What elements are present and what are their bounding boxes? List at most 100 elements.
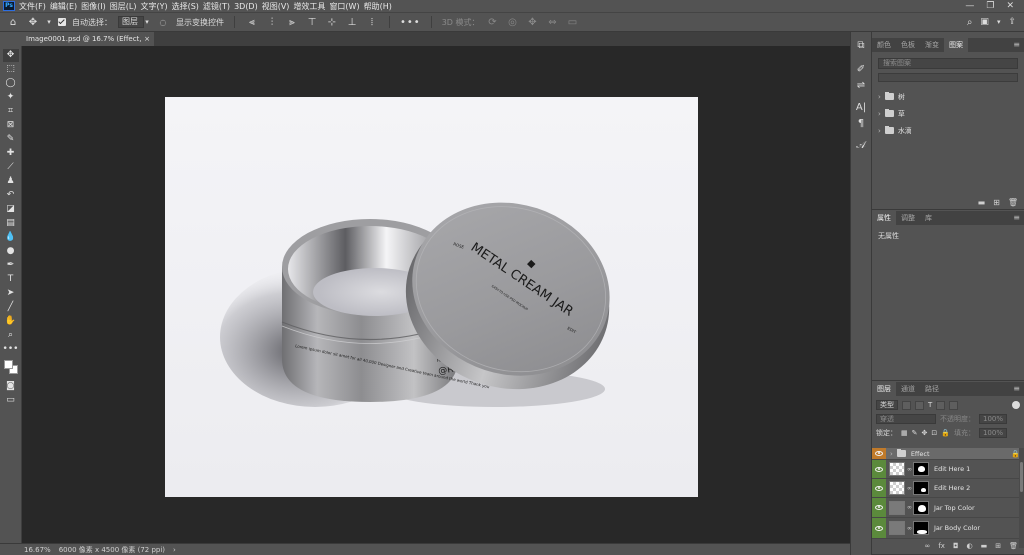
distribute-icon[interactable]: ⦙	[365, 17, 379, 28]
align-bottom-icon[interactable]: ⊥	[345, 17, 359, 28]
marquee-tool-icon[interactable]: ⬚	[3, 63, 19, 76]
blur-tool-icon[interactable]: 💧	[3, 231, 19, 244]
restore-icon[interactable]: ❐	[986, 1, 994, 11]
eraser-tool-icon[interactable]: ◪	[3, 203, 19, 216]
opacity-input[interactable]: 100%	[979, 414, 1008, 424]
align-top-icon[interactable]: ⊤	[305, 17, 319, 28]
workspace-icon[interactable]: ▣	[980, 17, 989, 27]
tab-libraries[interactable]: 库	[920, 211, 937, 225]
color-swatches[interactable]	[3, 359, 19, 375]
layer-row-effect[interactable]: › Effect 🔒	[872, 448, 1024, 460]
tab-gradients[interactable]: 渐变	[920, 38, 944, 52]
close-icon[interactable]: ✕	[1006, 1, 1014, 11]
type-tool-icon[interactable]: T	[3, 273, 19, 286]
3d-slide-icon[interactable]: ⇔	[546, 17, 560, 28]
lock-paint-icon[interactable]: ✎	[912, 429, 918, 437]
zoom-level[interactable]: 16.67%	[24, 546, 51, 554]
move-tool-icon[interactable]: ✥	[2, 49, 19, 62]
move-tool-icon[interactable]: ✥	[26, 17, 40, 28]
chevron-right-icon[interactable]: ›	[878, 110, 881, 118]
filter-toggle[interactable]	[1012, 401, 1020, 409]
share-icon[interactable]: ⇪	[1008, 17, 1016, 27]
trash-icon[interactable]: 🗑	[1009, 542, 1018, 553]
tab-properties[interactable]: 属性	[872, 211, 896, 225]
line-tool-icon[interactable]: ╱	[3, 301, 19, 314]
adjust-panel-icon[interactable]: ⇌	[853, 80, 869, 91]
pattern-preview-slider[interactable]	[878, 73, 1018, 82]
menu-3d[interactable]: 3D(D)	[234, 2, 262, 11]
tab-color[interactable]: 颜色	[872, 38, 896, 52]
lock-artboard-icon[interactable]: ⊡	[931, 429, 937, 437]
character-panel-icon[interactable]: A|	[853, 102, 869, 113]
pen-tool-icon[interactable]: ✒	[3, 259, 19, 272]
menu-image[interactable]: 图像(I)	[81, 1, 110, 12]
blend-mode-dropdown[interactable]: 穿透	[876, 414, 936, 424]
align-center-icon[interactable]: ⫶	[265, 17, 279, 28]
clone-stamp-tool-icon[interactable]: ♟	[3, 175, 19, 188]
hand-tool-icon[interactable]: ✋	[3, 315, 19, 328]
filter-adjustment-icon[interactable]	[915, 400, 924, 410]
add-mask-icon[interactable]: ◘	[953, 542, 959, 553]
foreground-color-swatch[interactable]	[3, 360, 13, 369]
chevron-right-icon[interactable]: ›	[878, 127, 881, 135]
tab-adjustments[interactable]: 调整	[896, 211, 920, 225]
new-layer-icon[interactable]: ⊞	[995, 542, 1001, 553]
tab-swatches[interactable]: 色板	[896, 38, 920, 52]
pattern-group-grass[interactable]: › 草	[872, 105, 1024, 122]
brush-panel-icon[interactable]: ✐	[853, 64, 869, 75]
layer-visibility[interactable]	[872, 479, 886, 497]
layer-filter-kind-dropdown[interactable]: 类型	[876, 400, 898, 410]
minimize-icon[interactable]: —	[965, 1, 974, 11]
pattern-search-input[interactable]: 搜索图案	[878, 58, 1018, 69]
menu-window[interactable]: 窗口(W)	[329, 1, 363, 12]
layers-scrollbar-thumb[interactable]	[1020, 462, 1023, 492]
trash-icon[interactable]: 🗑	[1008, 198, 1018, 207]
3d-scale-icon[interactable]: ▭	[566, 17, 580, 28]
brush-tool-icon[interactable]: ⟋	[3, 161, 19, 174]
chevron-down-icon[interactable]: ▾	[46, 18, 52, 26]
3d-roll-icon[interactable]: ◎	[506, 17, 520, 28]
document-tab[interactable]: Image0001.psd @ 16.7% (Effect, RGB/8#) ×	[22, 32, 154, 57]
filter-shape-icon[interactable]	[936, 400, 946, 410]
edit-toolbar-icon[interactable]: •••	[3, 343, 19, 356]
zoom-tool-icon[interactable]: ⌕	[3, 329, 19, 342]
pattern-group-tree[interactable]: › 树	[872, 88, 1024, 105]
tab-channels[interactable]: 通道	[896, 382, 920, 396]
eyedropper-tool-icon[interactable]: ✎	[3, 133, 19, 146]
lock-all-icon[interactable]: 🔒	[941, 429, 950, 437]
menu-edit[interactable]: 编辑(E)	[50, 1, 81, 12]
healing-brush-tool-icon[interactable]: ✚	[3, 147, 19, 160]
layer-visibility[interactable]	[872, 460, 886, 478]
align-right-icon[interactable]: ⫸	[285, 17, 299, 28]
menu-help[interactable]: 帮助(H)	[364, 1, 396, 12]
search-icon[interactable]: ⌕	[967, 17, 973, 28]
align-middle-icon[interactable]: ⊹	[325, 17, 339, 28]
crop-tool-icon[interactable]: ⌗	[3, 105, 19, 118]
path-selection-tool-icon[interactable]: ➤	[3, 287, 19, 300]
new-group-icon[interactable]: ▬	[978, 198, 986, 207]
panel-menu-icon[interactable]: ≡	[1013, 382, 1024, 396]
pattern-group-water[interactable]: › 水滴	[872, 122, 1024, 139]
panel-menu-icon[interactable]: ≡	[1013, 211, 1024, 225]
filter-smart-icon[interactable]	[949, 400, 959, 410]
layer-visibility[interactable]	[872, 448, 886, 459]
chevron-down-icon[interactable]: ▾	[997, 18, 1001, 26]
layer-visibility[interactable]	[872, 518, 886, 538]
home-icon[interactable]: ⌂	[6, 17, 20, 28]
align-left-icon[interactable]: ⫷	[245, 17, 259, 28]
layer-style-icon[interactable]: fx	[938, 542, 945, 553]
lock-position-icon[interactable]: ✥	[922, 429, 928, 437]
filter-pixel-icon[interactable]	[902, 400, 911, 410]
layer-visibility[interactable]	[872, 498, 886, 517]
menu-layer[interactable]: 图层(L)	[110, 1, 141, 12]
layer-row-edit-here-1[interactable]: ∞ Edit Here 1	[872, 460, 1024, 479]
tab-layers[interactable]: 图层	[872, 382, 896, 396]
dodge-tool-icon[interactable]: ●	[3, 245, 19, 258]
adjustment-layer-icon[interactable]: ◐	[967, 542, 973, 553]
quick-mask-icon[interactable]: ◙	[3, 380, 19, 393]
status-arrow-icon[interactable]: ›	[173, 546, 176, 554]
magic-wand-tool-icon[interactable]: ✦	[3, 91, 19, 104]
auto-select-checkbox[interactable]	[58, 18, 66, 26]
history-panel-icon[interactable]: ⧉	[853, 40, 869, 51]
new-pattern-icon[interactable]: ⊞	[993, 198, 1000, 207]
